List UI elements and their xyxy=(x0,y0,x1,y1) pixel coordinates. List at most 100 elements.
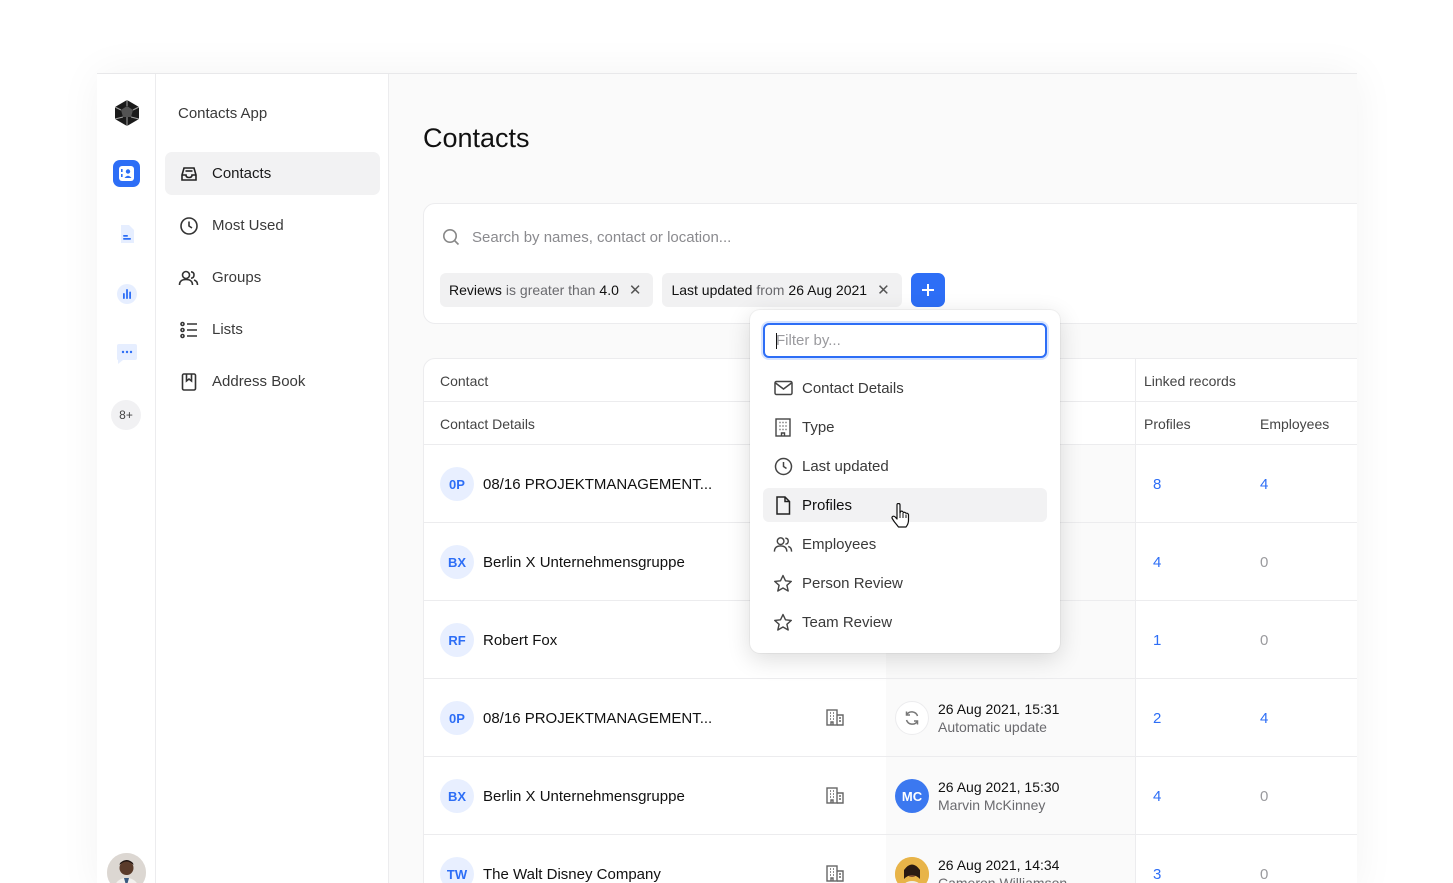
user-avatar[interactable] xyxy=(107,853,146,883)
filter-operator: from xyxy=(756,282,785,298)
updated-date: 26 Aug 2021, 15:31 xyxy=(938,701,1060,717)
sidebar-item-groups[interactable]: Groups xyxy=(165,256,380,299)
hand-cursor-icon xyxy=(891,502,911,534)
profiles-count[interactable]: 4 xyxy=(1153,554,1161,571)
table-row[interactable]: 0P 08/16 PROJEKTMANAGEMENT... 26 Aug 202… xyxy=(424,679,1357,757)
contact-name: Berlin X Unternehmensgruppe xyxy=(483,788,685,805)
logo-icon[interactable] xyxy=(113,99,141,127)
star-icon xyxy=(773,612,793,632)
contact-initials: 0P xyxy=(440,467,474,501)
column-employees[interactable]: Employees xyxy=(1260,416,1329,432)
users-icon xyxy=(178,267,199,288)
contact-initials: 0P xyxy=(440,701,474,735)
employees-count: 0 xyxy=(1260,632,1269,649)
clock-icon xyxy=(773,456,793,476)
filter-input[interactable] xyxy=(763,323,1047,358)
filter-operator: is greater than xyxy=(505,282,596,298)
group-header-contact: Contact xyxy=(440,373,489,389)
search-placeholder: Search by names, contact or location... xyxy=(472,228,732,246)
contact-initials: RF xyxy=(440,623,474,657)
filter-key: Reviews xyxy=(449,282,502,298)
profiles-count[interactable]: 1 xyxy=(1153,632,1161,649)
contact-name: Berlin X Unternehmensgruppe xyxy=(483,554,685,571)
profiles-count[interactable]: 8 xyxy=(1153,476,1161,493)
contact-initials: BX xyxy=(440,779,474,813)
column-profiles[interactable]: Profiles xyxy=(1144,416,1191,432)
filter-option-label: Type xyxy=(802,418,835,436)
search-input[interactable]: Search by names, contact or location... xyxy=(442,228,731,246)
contact-name: 08/16 PROJEKTMANAGEMENT... xyxy=(483,710,713,727)
app-title: Contacts App xyxy=(178,105,268,122)
contact-name: Robert Fox xyxy=(483,632,558,649)
sidebar: Contacts App Contacts Most Used Groups L… xyxy=(156,74,389,883)
filter-chip-last-updated[interactable]: Last updated from 26 Aug 2021 ✕ xyxy=(662,273,902,307)
more-apps-badge[interactable]: 8+ xyxy=(111,400,141,430)
sidebar-item-most-used[interactable]: Most Used xyxy=(165,204,380,247)
inbox-icon xyxy=(178,163,199,184)
filter-option-label: Contact Details xyxy=(802,379,904,397)
bookmark-icon xyxy=(178,371,199,392)
close-icon[interactable]: ✕ xyxy=(629,281,642,299)
sidebar-item-label: Contacts xyxy=(212,165,272,182)
file-icon xyxy=(773,495,793,515)
chart-app-icon[interactable] xyxy=(113,280,140,307)
chat-app-icon[interactable] xyxy=(113,340,140,367)
users-icon xyxy=(773,534,793,554)
profiles-count[interactable]: 4 xyxy=(1153,788,1161,805)
updated-by: Cameron Williamson xyxy=(938,875,1068,883)
sidebar-item-lists[interactable]: Lists xyxy=(165,308,380,351)
group-header-linked: Linked records xyxy=(1144,373,1236,389)
filter-option-contact-details[interactable]: Contact Details xyxy=(763,371,1047,405)
contact-name: 08/16 PROJEKTMANAGEMENT... xyxy=(483,476,713,493)
filter-chip-reviews[interactable]: Reviews is greater than 4.0 ✕ xyxy=(440,273,654,307)
search-panel: Search by names, contact or location... … xyxy=(423,203,1357,324)
sidebar-item-address-book[interactable]: Address Book xyxy=(165,360,380,403)
filter-option-person-review[interactable]: Person Review xyxy=(763,566,1047,600)
contacts-app-icon[interactable] xyxy=(113,160,140,187)
filter-option-label: Team Review xyxy=(802,613,893,631)
filter-value: 26 Aug 2021 xyxy=(788,282,868,298)
sidebar-item-contacts[interactable]: Contacts xyxy=(165,152,380,195)
employees-count: 0 xyxy=(1260,554,1269,571)
icon-rail: 8+ xyxy=(97,74,156,883)
page-title: Contacts xyxy=(423,123,530,153)
contact-name: The Walt Disney Company xyxy=(483,866,661,883)
filter-option-label: Employees xyxy=(802,535,877,553)
profiles-count[interactable]: 2 xyxy=(1153,710,1161,727)
filter-key: Last updated xyxy=(671,282,753,298)
building-icon xyxy=(825,863,845,883)
sidebar-item-label: Lists xyxy=(212,321,243,338)
building-icon xyxy=(825,707,845,732)
building-icon xyxy=(825,785,845,810)
updated-date: 26 Aug 2021, 15:30 xyxy=(938,779,1060,795)
contact-initials: TW xyxy=(440,857,474,883)
text-caret xyxy=(776,333,777,349)
table-row[interactable]: TW The Walt Disney Company 26 Aug 2021, … xyxy=(424,835,1357,883)
filter-value: 4.0 xyxy=(599,282,619,298)
profiles-count[interactable]: 3 xyxy=(1153,866,1161,883)
clock-icon xyxy=(178,215,199,236)
column-contact-details[interactable]: Contact Details xyxy=(440,416,535,432)
employees-count[interactable]: 4 xyxy=(1260,710,1268,727)
close-icon[interactable]: ✕ xyxy=(877,281,890,299)
sidebar-item-label: Most Used xyxy=(212,217,284,234)
updated-by: Automatic update xyxy=(938,719,1047,735)
filter-option-label: Last updated xyxy=(802,457,889,475)
filter-option-type[interactable]: Type xyxy=(763,410,1047,444)
mail-icon xyxy=(773,378,793,398)
employees-count: 0 xyxy=(1260,788,1269,805)
document-app-icon[interactable] xyxy=(113,220,140,247)
star-icon xyxy=(773,573,793,593)
employees-count: 0 xyxy=(1260,866,1269,883)
employees-count[interactable]: 4 xyxy=(1260,476,1268,493)
filter-dropdown: Contact Details Type Last updated Profil… xyxy=(750,310,1060,653)
filter-option-team-review[interactable]: Team Review xyxy=(763,605,1047,639)
filter-option-label: Profiles xyxy=(802,496,853,514)
table-row[interactable]: BX Berlin X Unternehmensgruppe MC 26 Aug… xyxy=(424,757,1357,835)
filter-option-label: Person Review xyxy=(802,574,903,592)
add-filter-button[interactable] xyxy=(910,273,945,307)
search-icon xyxy=(443,229,460,246)
app-window: 8+ Contacts App Contacts Most Used Group… xyxy=(97,73,1357,883)
filter-option-last-updated[interactable]: Last updated xyxy=(763,449,1047,483)
list-icon xyxy=(178,319,199,340)
